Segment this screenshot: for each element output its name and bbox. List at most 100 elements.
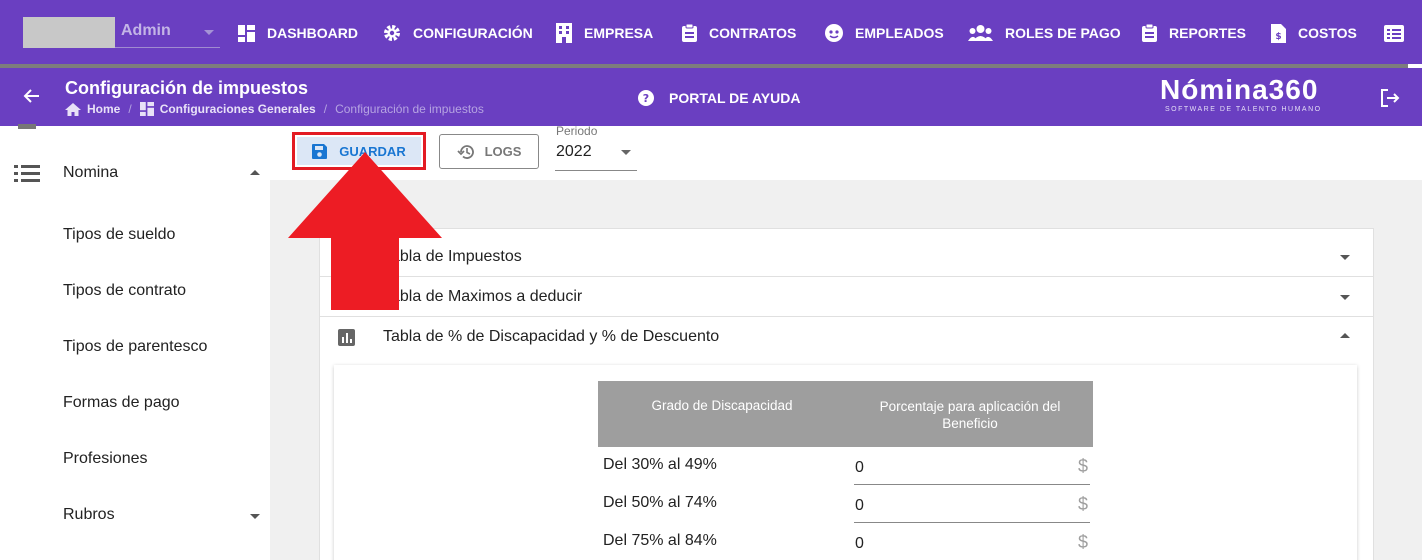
sidebar-group-nomina[interactable]: Nomina: [0, 156, 270, 192]
accordion-panel: Tabla de Impuestos Tabla de Maximos a de…: [319, 228, 1374, 560]
percentage-input[interactable]: 0 $: [854, 485, 1090, 523]
user-role-select[interactable]: Admin: [115, 17, 220, 48]
breadcrumb-home-label: Home: [87, 102, 121, 116]
chevron-down-icon: [1340, 295, 1350, 300]
accordion-tabla-discapacidad[interactable]: Tabla de % de Discapacidad y % de Descue…: [320, 317, 1373, 357]
chevron-up-icon: [1340, 333, 1350, 338]
sidebar-item-rubros-label: Rubros: [63, 506, 115, 523]
dollar-icon: $: [1077, 456, 1088, 476]
column-header-grado: Grado de Discapacidad: [651, 398, 793, 413]
nav-contratos[interactable]: CONTRATOS: [682, 22, 796, 44]
column-header-porcentaje: Porcentaje para aplicación del Beneficio: [879, 399, 1061, 431]
face-icon: [825, 24, 843, 42]
logout-icon[interactable]: [1380, 88, 1400, 108]
dollar-icon: $: [1077, 494, 1088, 514]
nav-dashboard-label: DASHBOARD: [267, 25, 358, 41]
dashboard-icon: [238, 24, 255, 42]
percentage-input[interactable]: 0 $: [854, 523, 1090, 560]
sidebar-item-tipos-de-contrato[interactable]: Tipos de contrato: [63, 282, 186, 300]
clipboard-icon: [1142, 24, 1157, 42]
breadcrumb-home[interactable]: Home: [65, 102, 120, 116]
nav-roles-de-pago-label: ROLES DE PAGO: [1005, 25, 1121, 41]
users-icon: [968, 25, 993, 41]
nav-costos[interactable]: $ COSTOS: [1271, 22, 1357, 44]
annotation-arrow-icon: [288, 152, 442, 310]
sidebar-item-tipos-de-sueldo[interactable]: Tipos de sueldo: [63, 226, 175, 244]
brand-name: Nómina360: [1160, 74, 1319, 105]
back-arrow-icon[interactable]: [22, 86, 42, 106]
accordion-title: Tabla de % de Discapacidad y % de Descue…: [383, 328, 720, 345]
brand-tagline: SOFTWARE DE TALENTO HUMANO: [1165, 106, 1322, 113]
nav-empresa[interactable]: EMPRESA: [556, 22, 653, 44]
table-header: Grado de Discapacidad Porcentaje para ap…: [598, 381, 1093, 447]
logs-button[interactable]: LOGS: [439, 134, 539, 169]
percentage-value: 0: [855, 535, 864, 552]
row-grade: Del 30% al 49%: [603, 456, 717, 473]
row-grade: Del 50% al 74%: [603, 494, 717, 511]
row-grade: Del 75% al 84%: [603, 532, 717, 549]
list-icon: [1384, 24, 1404, 42]
breadcrumb-current: Configuración de impuestos: [335, 102, 484, 116]
breadcrumb: Home / Configuraciones Generales / Confi…: [65, 102, 484, 116]
nav-roles-de-pago[interactable]: ROLES DE PAGO: [968, 22, 1121, 44]
bar-chart-icon: [338, 329, 355, 346]
user-role-label: Admin: [121, 22, 171, 39]
clipboard-icon: [682, 24, 697, 42]
percentage-value: 0: [855, 459, 864, 476]
nav-configuracion[interactable]: CONFIGURACIÓN: [383, 22, 533, 44]
help-portal-label: PORTAL DE AYUDA: [669, 90, 801, 106]
list-icon: [14, 165, 40, 182]
svg-text:$: $: [1275, 32, 1281, 42]
percentage-input[interactable]: 0 $: [854, 447, 1090, 485]
history-icon: [456, 144, 474, 159]
breadcrumb-configuraciones-label: Configuraciones Generales: [159, 102, 316, 116]
logs-button-label: LOGS: [484, 144, 522, 159]
main-content: GUARDAR LOGS Periodo 2022 Tabla de Impue…: [270, 124, 1422, 560]
nav-dashboard[interactable]: DASHBOARD: [238, 22, 358, 44]
nav-empresa-label: EMPRESA: [584, 25, 654, 41]
top-nav: Admin DASHBOARD CONFIGURACIÓN EMPRESA CO…: [0, 0, 1422, 68]
accordion-tabla-impuestos[interactable]: Tabla de Impuestos: [320, 237, 1373, 277]
breadcrumb-separator: /: [323, 102, 328, 116]
sidebar: Nomina Tipos de sueldo Tipos de contrato…: [0, 124, 270, 560]
brand-logo: Nómina360 SOFTWARE DE TALENTO HUMANO: [1160, 74, 1340, 113]
chevron-down-icon: [621, 150, 631, 155]
breadcrumb-separator: /: [128, 102, 132, 116]
nav-costos-label: COSTOS: [1298, 25, 1357, 41]
nav-reportes-label: REPORTES: [1169, 25, 1247, 41]
chevron-up-icon: [250, 170, 260, 175]
table-row: Del 75% al 84% 0 $: [598, 523, 1093, 560]
building-icon: [556, 23, 572, 43]
dashboard-icon: [139, 102, 154, 116]
sidebar-item-profesiones[interactable]: Profesiones: [63, 450, 148, 468]
accordion-body: Grado de Discapacidad Porcentaje para ap…: [334, 365, 1357, 560]
nav-contratos-label: CONTRATOS: [709, 25, 797, 41]
toolbar: GUARDAR LOGS Periodo 2022: [270, 124, 1422, 180]
percentage-value: 0: [855, 497, 864, 514]
sidebar-item-tipos-de-parentesco[interactable]: Tipos de parentesco: [63, 338, 207, 356]
help-portal-link[interactable]: ? PORTAL DE AYUDA: [638, 90, 800, 106]
invoice-icon: $: [1271, 23, 1286, 43]
breadcrumb-configuraciones[interactable]: Configuraciones Generales: [139, 102, 316, 116]
chevron-down-icon: [1340, 255, 1350, 260]
chevron-down-icon: [204, 30, 214, 35]
dollar-icon: $: [1077, 532, 1088, 552]
period-value: 2022: [556, 143, 592, 160]
nav-empleados-label: EMPLEADOS: [855, 25, 944, 41]
table-row: Del 30% al 49% 0 $: [598, 447, 1093, 485]
nav-empleados[interactable]: EMPLEADOS: [825, 22, 944, 44]
accordion-tabla-maximos[interactable]: Tabla de Maximos a deducir: [320, 277, 1373, 317]
sidebar-item-formas-de-pago[interactable]: Formas de pago: [63, 394, 180, 412]
svg-text:?: ?: [643, 92, 649, 105]
nav-more[interactable]: [1384, 22, 1416, 44]
home-icon: [65, 102, 81, 116]
sidebar-group-label: Nomina: [63, 164, 119, 181]
sidebar-item-rubros[interactable]: Rubros: [63, 506, 263, 524]
period-select[interactable]: Periodo 2022: [555, 124, 637, 171]
table-row: Del 50% al 74% 0 $: [598, 485, 1093, 523]
period-label: Periodo: [556, 124, 598, 138]
nav-configuracion-label: CONFIGURACIÓN: [413, 25, 533, 41]
gear-icon: [384, 25, 400, 41]
nav-reportes[interactable]: REPORTES: [1142, 22, 1246, 44]
user-avatar-placeholder[interactable]: [23, 17, 115, 48]
